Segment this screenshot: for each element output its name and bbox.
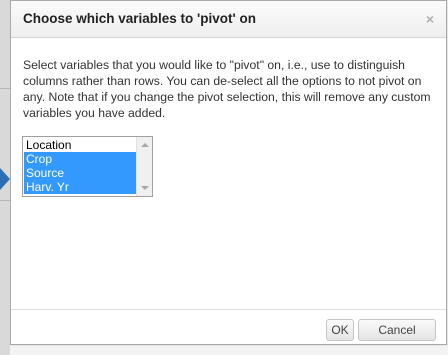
scroll-down-icon[interactable] bbox=[141, 186, 149, 190]
background-divider bbox=[0, 88, 10, 89]
list-option-crop[interactable]: Crop bbox=[24, 152, 136, 166]
ok-button[interactable]: OK bbox=[326, 319, 354, 341]
close-icon[interactable]: × bbox=[422, 11, 438, 27]
background-divider bbox=[0, 200, 10, 201]
pivot-variable-listbox[interactable]: Location Crop Source Harv. Yr bbox=[22, 136, 153, 197]
list-option-location[interactable]: Location bbox=[24, 138, 136, 152]
list-option-harv-yr[interactable]: Harv. Yr bbox=[24, 180, 136, 194]
listbox-scrollbar[interactable] bbox=[136, 137, 152, 196]
dialog-title: Choose which variables to 'pivot' on bbox=[23, 11, 256, 26]
list-option-source[interactable]: Source bbox=[24, 166, 136, 180]
background-page-bottom bbox=[10, 346, 448, 355]
cancel-button[interactable]: Cancel bbox=[358, 319, 436, 341]
dialog-description: Select variables that you would like to … bbox=[23, 58, 431, 120]
dialog-titlebar: Choose which variables to 'pivot' on × bbox=[11, 1, 446, 38]
pivot-dialog: Choose which variables to 'pivot' on × S… bbox=[10, 0, 447, 345]
scroll-up-icon[interactable] bbox=[141, 143, 149, 147]
background-arrow-icon bbox=[0, 168, 10, 190]
dialog-footer-divider bbox=[11, 309, 446, 310]
